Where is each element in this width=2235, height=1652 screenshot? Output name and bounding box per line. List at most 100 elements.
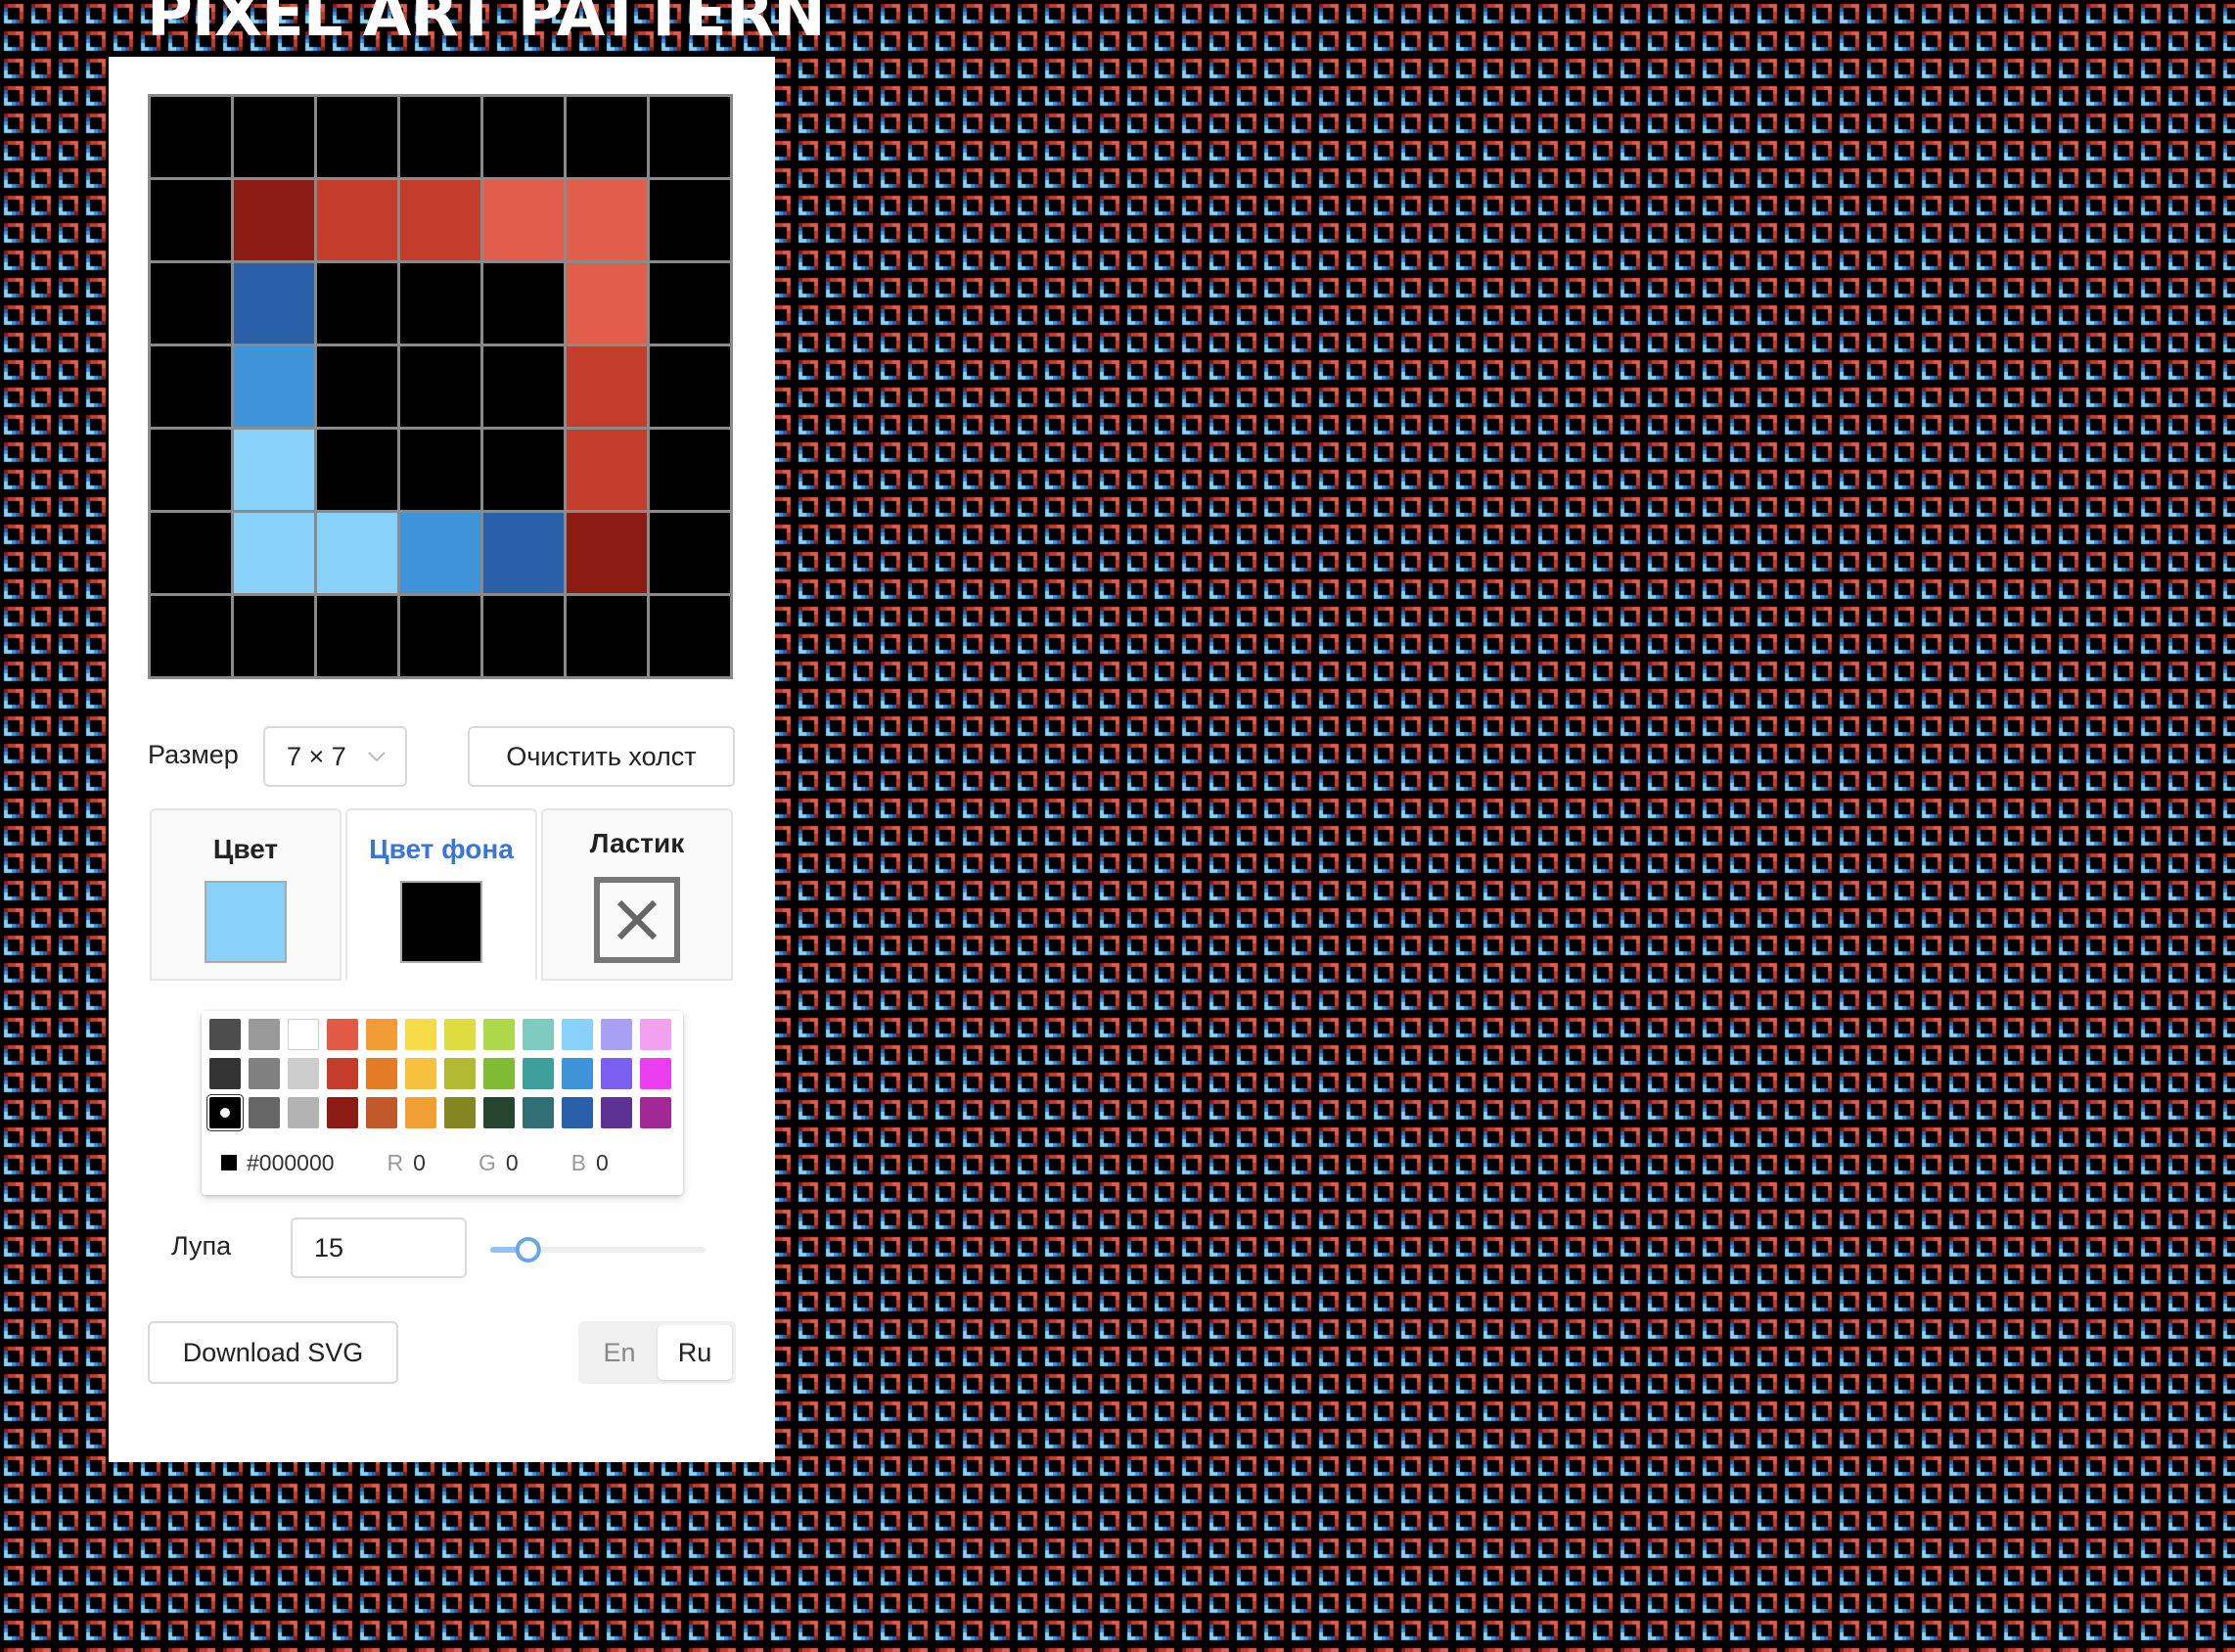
pixel-cell[interactable] [483, 596, 564, 676]
palette-swatch[interactable] [523, 1019, 554, 1050]
pixel-cell[interactable] [151, 346, 231, 427]
palette-swatch[interactable] [444, 1019, 476, 1050]
palette-swatch[interactable] [405, 1097, 436, 1128]
pixel-cell[interactable] [317, 263, 397, 344]
pixel-cell[interactable] [650, 430, 730, 510]
pixel-cell[interactable] [151, 430, 231, 510]
palette-swatch[interactable] [288, 1097, 319, 1128]
pixel-cell[interactable] [234, 180, 314, 260]
pixel-cell[interactable] [317, 596, 397, 676]
pixel-cell[interactable] [567, 513, 647, 593]
pixel-cell[interactable] [567, 263, 647, 344]
pixel-cell[interactable] [234, 596, 314, 676]
palette-swatch[interactable] [249, 1058, 280, 1089]
palette-swatch[interactable] [640, 1019, 671, 1050]
zoom-input[interactable] [291, 1217, 467, 1278]
pixel-cell[interactable] [483, 346, 564, 427]
pixel-cell[interactable] [650, 596, 730, 676]
pixel-cell[interactable] [567, 97, 647, 177]
pixel-cell[interactable] [650, 346, 730, 427]
size-select[interactable]: 7 × 7 [263, 726, 407, 787]
palette-swatch[interactable] [523, 1097, 554, 1128]
palette-swatch[interactable] [444, 1097, 476, 1128]
pixel-cell[interactable] [234, 430, 314, 510]
palette-swatch[interactable] [640, 1097, 671, 1128]
palette-swatch[interactable] [327, 1058, 358, 1089]
palette-swatch[interactable] [562, 1097, 593, 1128]
r-value[interactable]: 0 [413, 1150, 426, 1176]
pixel-cell[interactable] [400, 97, 480, 177]
clear-canvas-button[interactable]: Очистить холст [468, 726, 735, 787]
palette-swatch[interactable] [562, 1019, 593, 1050]
palette-swatch[interactable] [523, 1058, 554, 1089]
palette-swatch[interactable] [327, 1019, 358, 1050]
palette-swatch[interactable] [327, 1097, 358, 1128]
pixel-cell[interactable] [567, 430, 647, 510]
pixel-cell[interactable] [317, 180, 397, 260]
palette-swatch[interactable] [249, 1019, 280, 1050]
pixel-cell[interactable] [317, 97, 397, 177]
palette-swatch[interactable] [209, 1097, 241, 1128]
pixel-cell[interactable] [151, 263, 231, 344]
palette-swatch[interactable] [405, 1058, 436, 1089]
palette-swatch[interactable] [640, 1058, 671, 1089]
pixel-cell[interactable] [567, 346, 647, 427]
palette-swatch[interactable] [288, 1019, 319, 1050]
palette-swatch[interactable] [601, 1058, 632, 1089]
palette-swatch[interactable] [562, 1058, 593, 1089]
tab-color[interactable]: Цвет [150, 808, 342, 981]
pixel-cell[interactable] [567, 180, 647, 260]
pixel-cell[interactable] [400, 180, 480, 260]
tab-background-color[interactable]: Цвет фона [345, 808, 537, 981]
pixel-cell[interactable] [483, 97, 564, 177]
zoom-slider[interactable] [490, 1237, 706, 1262]
background-color-swatch[interactable] [400, 881, 482, 963]
pixel-canvas[interactable] [148, 94, 733, 679]
palette-swatch[interactable] [288, 1058, 319, 1089]
pixel-cell[interactable] [234, 513, 314, 593]
pixel-cell[interactable] [400, 430, 480, 510]
pixel-cell[interactable] [151, 180, 231, 260]
palette-swatch[interactable] [483, 1097, 515, 1128]
pixel-cell[interactable] [151, 97, 231, 177]
tab-eraser[interactable]: Ластик [541, 808, 733, 981]
palette-swatch[interactable] [483, 1058, 515, 1089]
pixel-cell[interactable] [234, 346, 314, 427]
pixel-cell[interactable] [151, 596, 231, 676]
pixel-cell[interactable] [317, 430, 397, 510]
pixel-cell[interactable] [483, 180, 564, 260]
color-swatch[interactable] [205, 881, 287, 963]
pixel-cell[interactable] [151, 513, 231, 593]
palette-swatch[interactable] [209, 1058, 241, 1089]
pixel-cell[interactable] [483, 263, 564, 344]
pixel-cell[interactable] [400, 596, 480, 676]
palette-swatch[interactable] [366, 1097, 397, 1128]
pixel-cell[interactable] [400, 513, 480, 593]
pixel-cell[interactable] [234, 263, 314, 344]
pixel-cell[interactable] [483, 513, 564, 593]
palette-swatch[interactable] [209, 1019, 241, 1050]
hex-value[interactable]: #000000 [247, 1150, 335, 1176]
pixel-cell[interactable] [650, 513, 730, 593]
g-value[interactable]: 0 [506, 1150, 519, 1176]
palette-swatch[interactable] [405, 1019, 436, 1050]
download-svg-button[interactable]: Download SVG [148, 1321, 398, 1384]
palette-swatch[interactable] [366, 1019, 397, 1050]
pixel-cell[interactable] [234, 97, 314, 177]
pixel-cell[interactable] [400, 263, 480, 344]
palette-swatch[interactable] [483, 1019, 515, 1050]
palette-swatch[interactable] [366, 1058, 397, 1089]
pixel-cell[interactable] [400, 346, 480, 427]
pixel-cell[interactable] [483, 430, 564, 510]
palette-swatch[interactable] [601, 1097, 632, 1128]
b-value[interactable]: 0 [596, 1150, 609, 1176]
pixel-cell[interactable] [650, 263, 730, 344]
pixel-cell[interactable] [317, 346, 397, 427]
zoom-slider-handle[interactable] [515, 1237, 541, 1262]
language-en[interactable]: En [582, 1325, 657, 1380]
palette-swatch[interactable] [601, 1019, 632, 1050]
palette-swatch[interactable] [249, 1097, 280, 1128]
pixel-cell[interactable] [317, 513, 397, 593]
pixel-cell[interactable] [650, 180, 730, 260]
language-ru[interactable]: Ru [658, 1325, 732, 1380]
